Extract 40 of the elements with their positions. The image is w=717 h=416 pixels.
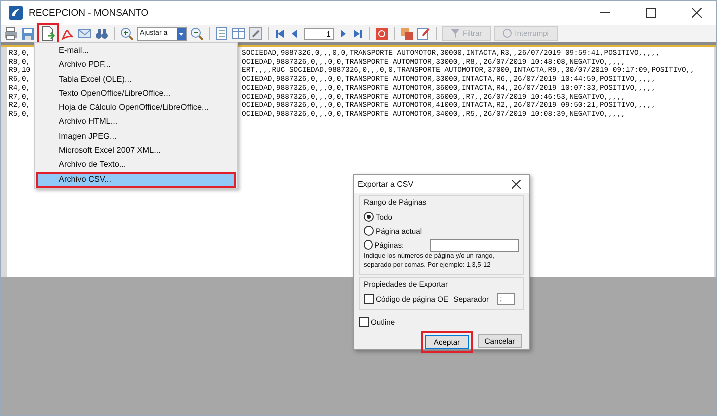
zoom-in-icon[interactable] [120,26,134,40]
stop-icon[interactable] [375,26,389,40]
pages-field[interactable] [430,238,519,252]
menu-item[interactable]: Texto OpenOffice/LibreOffice... [37,86,235,102]
menu-item[interactable]: Tabla Excel (OLE)... [37,72,235,87]
menu-item[interactable]: Archivo HTML... [37,115,235,130]
mail-icon[interactable] [78,26,92,40]
close-icon[interactable] [512,180,521,188]
last-page-icon[interactable] [352,28,364,40]
window-title: RECEPCION - MONSANTO [29,8,149,18]
dialog-title: Exportar a CSV [358,180,414,188]
menu-item[interactable]: Hoja de Cálculo OpenOffice/LibreOffice... [37,101,235,116]
zoom-out-icon[interactable] [190,26,204,40]
menu-item[interactable]: Archivo de Texto... [37,158,235,173]
radio-button[interactable] [364,212,374,222]
app-icon [9,6,23,20]
circle-icon [503,29,512,38]
first-page-icon[interactable] [274,28,286,40]
close-icon[interactable] [692,8,702,18]
menu-item[interactable]: Imagen JPEG... [37,130,235,144]
checkbox[interactable] [359,317,369,327]
two-pages-icon[interactable] [232,26,246,40]
export-icon[interactable] [38,24,58,44]
printer-icon[interactable] [4,26,18,40]
copy-icon[interactable] [400,26,414,40]
menu-item[interactable]: Microsoft Excel 2007 XML... [37,144,235,158]
radio-button[interactable] [364,240,373,250]
maximize-icon[interactable] [646,8,656,18]
caret-icon [177,28,186,40]
checkbox[interactable] [364,294,374,304]
edit-icon[interactable] [417,26,431,40]
radio-button[interactable] [364,226,374,236]
page-field[interactable]: 1 [304,28,334,40]
menu-item[interactable]: Archivo CSV... [37,172,235,187]
save-icon[interactable] [21,26,35,40]
menu-item[interactable]: Archivo PDF... [37,58,235,73]
filter-icon [451,29,460,38]
binoculars-icon[interactable] [95,26,109,40]
page-layout-icon[interactable] [215,26,229,40]
menu-item[interactable]: E-mail... [37,44,235,58]
